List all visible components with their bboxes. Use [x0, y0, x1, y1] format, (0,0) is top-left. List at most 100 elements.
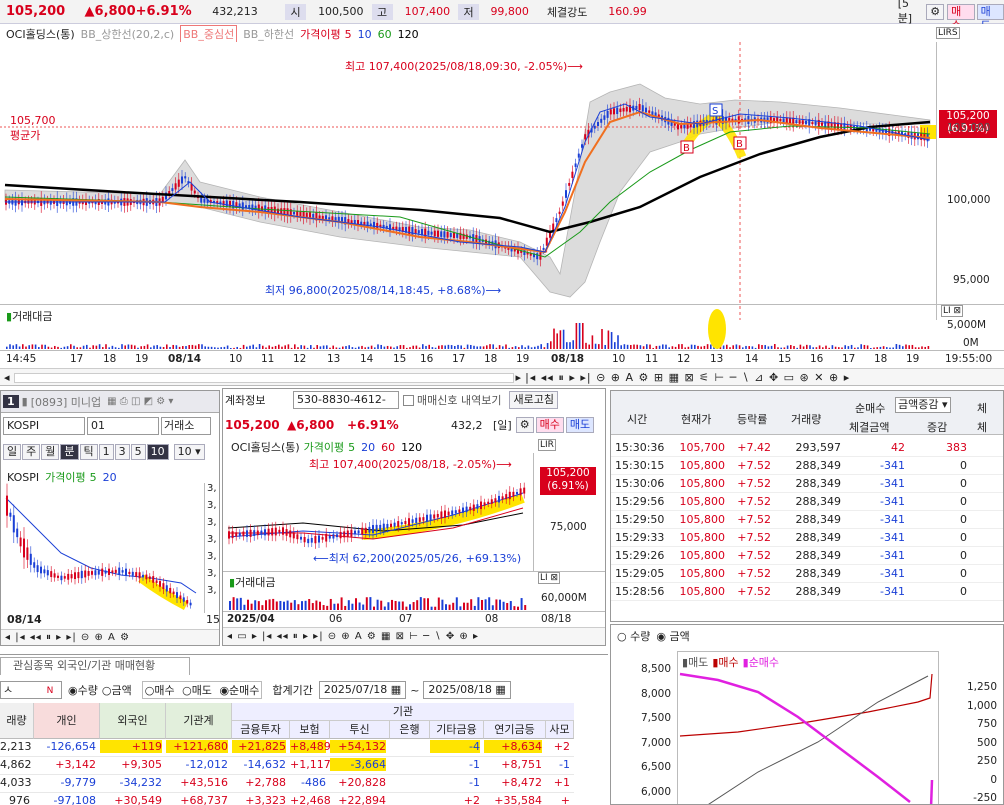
to-date-input[interactable]: 2025/08/18 ▦ — [423, 681, 511, 699]
daily-scroll-controls[interactable]: ◂ ▭ ▸ |◂ ◂◂ ⏸ ▸ ▸| ⊝ ⊕ A ⚙ ▦ ⊠ ⊢ ─ ∖ ✥ ⊕… — [223, 627, 605, 645]
flow-buy-line — [679, 673, 933, 737]
radio-qty[interactable]: ◉수량 — [68, 682, 98, 698]
daily-settings-icon[interactable]: ⚙ — [515, 417, 534, 433]
legend-ma-60[interactable]: 60 — [378, 28, 392, 41]
mini-candle-body — [189, 602, 192, 606]
signal-checkbox[interactable] — [403, 394, 414, 406]
signal-history-label[interactable]: 매매신호 내역보기 — [417, 392, 501, 408]
legend-ma-label[interactable]: 가격이평 — [300, 26, 340, 42]
daily-candle-body — [314, 536, 317, 544]
mini-period-tab[interactable]: 분 — [60, 444, 79, 460]
daily-legend-20[interactable]: 20 — [361, 441, 375, 454]
candle-body — [577, 153, 580, 158]
inv-inst-header: 기관 — [232, 703, 574, 721]
mini-window-titlebar[interactable]: 1 ▮ [0893] 미니업 ▦ ⎙ ◫ ◩ ⚙ ▾ — [1, 391, 219, 413]
mini-candle-body — [87, 570, 90, 576]
legend-bb-mid[interactable]: BB_중심선 — [180, 25, 238, 43]
legend-ma-10[interactable]: 10 — [358, 28, 372, 41]
mini-exchange-select[interactable]: 거래소 — [161, 417, 211, 435]
mini-period-tab[interactable]: 3 — [114, 444, 130, 460]
volume-bar — [668, 347, 670, 349]
daily-legend-60[interactable]: 60 — [381, 441, 395, 454]
mini-legend-5[interactable]: 5 — [90, 471, 97, 484]
daily-candle-body — [249, 529, 252, 537]
volume-bar — [646, 344, 648, 349]
mini-legend-20[interactable]: 20 — [103, 471, 117, 484]
inv-row[interactable]: 976 -97,108 +30,549 +68,737 +3,323 +2,468 +22,… — [0, 793, 574, 805]
mini-code-input[interactable]: 01 — [87, 417, 159, 435]
scroll-left-arrow[interactable]: ◂ — [4, 371, 10, 384]
account-select[interactable]: 530-8830-4612- — [293, 391, 399, 409]
flow-radio-qty[interactable]: ○ 수량 — [617, 628, 650, 644]
inv-row[interactable]: 2,213 -126,654 +119 +121,680 +21,825 +8,489 +5… — [0, 739, 574, 757]
daily-unit[interactable]: [일] — [493, 417, 512, 433]
inv-row[interactable]: 4,862 +3,142 +9,305 -12,012 -14,632 +1,117 -3,… — [0, 757, 574, 775]
flow-radio-amt[interactable]: ◉ 금액 — [656, 628, 689, 644]
mini-restore-icon[interactable]: ▮ — [22, 395, 28, 408]
volume-pane-icons[interactable]: LI ⊠ — [941, 305, 964, 317]
radio-amt[interactable]: ○금액 — [102, 682, 132, 698]
mini-period-tab[interactable]: 10 — [146, 444, 169, 460]
trade-row[interactable]: 15:29:33 105,800 +7.52 288,349 -341 0 — [611, 529, 1003, 547]
legend-ma-120[interactable]: 120 — [398, 28, 419, 41]
legend-bb-lower[interactable]: BB_하한선 — [243, 26, 294, 42]
mini-market-select[interactable]: KOSPI — [3, 417, 85, 435]
chart-scrollbar[interactable]: ◂ ▸ |◂ ◂◂ ⏸ ▸ ▸| ⊝ ⊕ A ⚙ ⊞ ▦ ⊠ ⚟ ⊢ ─ ∖ ⊿… — [0, 368, 1004, 385]
daily-candle-body — [404, 521, 407, 525]
mini-period-tab[interactable]: 일 — [3, 444, 22, 460]
daily-candle-body — [238, 532, 241, 536]
inv-row[interactable]: 4,033 -9,779 -34,232 +43,516 +2,788 -486 +20,8… — [0, 775, 574, 793]
interval-label[interactable]: [5분] — [898, 0, 923, 26]
mini-period-select[interactable]: 10 ▾ — [173, 444, 205, 460]
radio-net[interactable]: ◉순매수 — [219, 684, 259, 697]
trade-row[interactable]: 15:30:15 105,800 +7.52 288,349 -341 0 — [611, 457, 1003, 475]
mini-period-tab[interactable]: 주 — [22, 444, 41, 460]
scroll-right-arrow[interactable]: ▸ — [516, 371, 522, 384]
trade-row[interactable]: 15:30:36 105,700 +7.42 293,597 42 383 — [611, 439, 1003, 457]
daily-sell-button[interactable]: 매도 — [565, 417, 595, 433]
trade-cell: -341 — [880, 567, 905, 580]
net-amount-select[interactable]: 금액증감 ▾ — [895, 397, 951, 413]
mini-index-chart[interactable] — [1, 483, 201, 613]
radio-sell[interactable]: ○매도 — [182, 684, 212, 697]
flow-right-tick: 1,250 — [966, 681, 997, 693]
trade-row[interactable]: 15:30:06 105,800 +7.52 288,349 -341 0 — [611, 475, 1003, 493]
volume-bar — [761, 345, 763, 349]
mini-toolbar-icons[interactable]: ▦ ⎙ ◫ ◩ ⚙ ▾ — [107, 396, 173, 407]
mini-scroll-controls[interactable]: ◂ |◂ ◂◂ ⏸ ▸ ▸| ⊝ ⊕ A ⚙ — [1, 629, 219, 645]
price-axis[interactable]: 105,200 (6.91%) 105,000 100,000 95,000 — [936, 42, 1004, 320]
trade-row[interactable]: 15:29:26 105,800 +7.52 288,349 -341 0 — [611, 547, 1003, 565]
legend-ma-5[interactable]: 5 — [345, 28, 352, 41]
refresh-button[interactable]: 새로고침 — [509, 391, 558, 409]
sell-button[interactable]: 매도 — [976, 3, 1004, 32]
legend-bb-upper[interactable]: BB_상한선(20,2,c) — [81, 26, 175, 42]
daily-volume-bar — [301, 601, 303, 610]
buy-button[interactable]: 매수 — [947, 3, 975, 32]
chart-tool-icons[interactable]: LIRS — [936, 27, 960, 39]
trade-row[interactable]: 15:29:05 105,800 +7.52 288,349 -341 0 — [611, 565, 1003, 583]
trade-row[interactable]: 15:28:56 105,800 +7.52 288,349 -341 0 — [611, 583, 1003, 601]
radio-buy[interactable]: ○매수 — [145, 684, 175, 697]
daily-price-chart[interactable]: 최고 107,400(2025/08/18, -2.05%)⟶ ⟵최저 62,2… — [223, 453, 533, 571]
investor-filter-select[interactable]: ㅅ N — [0, 681, 62, 699]
mini-period-tab[interactable]: 틱 — [79, 444, 98, 460]
investor-tab[interactable]: 관심종목 외국인/기관 매매현황 — [0, 657, 190, 675]
daily-price-axis[interactable]: 105,200 (6.91%) 75,000 — [533, 453, 605, 571]
daily-legend-5[interactable]: 5 — [348, 441, 355, 454]
chart-controls[interactable]: |◂ ◂◂ ⏸ ▸ ▸| ⊝ ⊕ A ⚙ ⊞ ▦ ⊠ ⚟ ⊢ ─ ∖ ⊿ ✥ ▭… — [525, 371, 850, 385]
volume-bar — [268, 345, 270, 349]
daily-buy-button[interactable]: 매수 — [535, 417, 564, 433]
trade-row[interactable]: 15:29:56 105,800 +7.52 288,349 -341 0 — [611, 493, 1003, 511]
daily-volume-icons[interactable]: LI ⊠ — [538, 572, 561, 584]
daily-tool-icons[interactable]: LIR — [538, 439, 556, 451]
daily-legend-120[interactable]: 120 — [401, 441, 422, 454]
price-chart[interactable]: S B B 최고 107,400(2025/08/18,09:30, -2.05… — [0, 42, 936, 320]
scroll-track[interactable] — [13, 372, 514, 383]
mini-period-tab[interactable]: 5 — [130, 444, 146, 460]
from-date-input[interactable]: 2025/07/18 ▦ — [318, 681, 407, 699]
trade-row[interactable]: 15:29:50 105,800 +7.52 288,349 -341 0 — [611, 511, 1003, 529]
settings-gear-icon[interactable]: ⚙ — [926, 3, 945, 20]
daily-candle-body — [372, 525, 374, 533]
mini-period-tab[interactable]: 월 — [41, 444, 60, 460]
mini-period-tab[interactable]: 1 — [98, 444, 114, 460]
